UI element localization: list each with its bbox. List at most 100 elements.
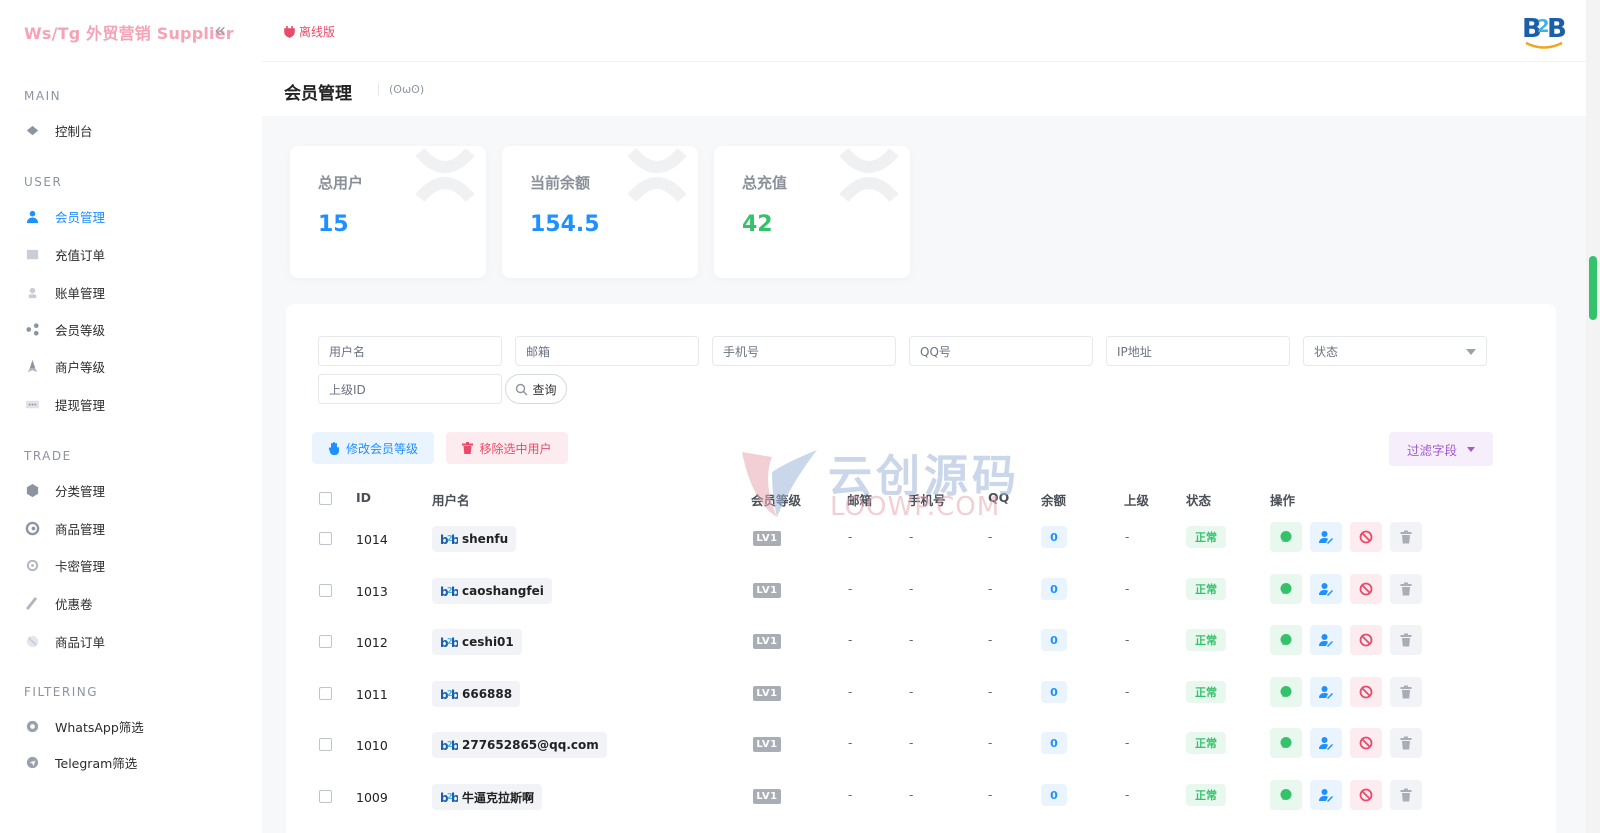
status-badge: 正常 (1186, 578, 1226, 600)
column-header-qq[interactable]: QQ (988, 490, 1009, 505)
b2b-avatar-icon: b2b (440, 533, 458, 546)
status-badge: 正常 (1186, 629, 1226, 651)
message-button[interactable] (1270, 780, 1302, 810)
ban-user-button[interactable] (1350, 574, 1382, 604)
page-title: 会员管理 (284, 84, 352, 104)
message-button[interactable] (1270, 677, 1302, 707)
column-header-parent[interactable]: 上级 (1124, 490, 1149, 509)
delete-user-button[interactable] (1390, 677, 1422, 707)
delete-user-button[interactable] (1390, 780, 1422, 810)
page-scrollbar[interactable] (1586, 0, 1600, 833)
edit-user-button[interactable] (1310, 625, 1342, 655)
row-checkbox[interactable] (319, 584, 332, 597)
sidebar-item-card-keys[interactable]: 卡密管理 (24, 553, 244, 577)
sidebar-item-recharge-orders[interactable]: 充值订单 (24, 242, 244, 266)
chat-icon (1280, 634, 1292, 645)
delete-user-button[interactable] (1390, 574, 1422, 604)
username-chip[interactable]: b 2 b caoshangfei (432, 578, 552, 604)
email-input[interactable]: 邮箱 (515, 336, 699, 366)
edit-user-button[interactable] (1310, 780, 1342, 810)
sidebar-item-whatsapp-filter[interactable]: WhatsApp筛选 (24, 714, 244, 738)
message-button[interactable] (1270, 574, 1302, 604)
ban-icon (1359, 788, 1373, 802)
query-button[interactable]: 查询 (505, 374, 567, 404)
sidebar-item-goods[interactable]: 商品管理 (24, 516, 244, 540)
sidebar-item-members[interactable]: 会员管理 (24, 204, 244, 228)
column-header-email[interactable]: 邮箱 (847, 490, 872, 509)
stat-card-total-recharge: 总充值 42 (714, 146, 910, 278)
column-header-status[interactable]: 状态 (1186, 490, 1211, 509)
username-text: caoshangfei (462, 584, 544, 598)
edit-user-button[interactable] (1310, 522, 1342, 552)
ban-user-button[interactable] (1350, 780, 1382, 810)
username-chip[interactable]: b 2 b 牛逼克拉斯啊 (432, 784, 543, 810)
svg-text:b: b (451, 791, 458, 804)
username-chip[interactable]: b 2 b ceshi01 (432, 629, 522, 655)
balance-badge[interactable]: 0 (1041, 629, 1067, 651)
select-all-checkbox[interactable] (319, 492, 332, 505)
column-header-phone[interactable]: 手机号 (908, 490, 946, 509)
change-level-button[interactable]: 修改会员等级 (312, 432, 434, 464)
sidebar-item-merchant-levels[interactable]: 商户等级 (24, 354, 244, 378)
delete-user-button[interactable] (1390, 522, 1422, 552)
column-header-username[interactable]: 用户名 (432, 490, 470, 509)
rocket-icon (24, 358, 40, 374)
ip-input[interactable]: IP地址 (1106, 336, 1290, 366)
ban-user-button[interactable] (1350, 522, 1382, 552)
ban-user-button[interactable] (1350, 677, 1382, 707)
status-select[interactable]: 状态 (1303, 336, 1487, 366)
username-input[interactable]: 用户名 (318, 336, 502, 366)
ban-user-button[interactable] (1350, 728, 1382, 758)
filter-fields-button[interactable]: 过滤字段 (1389, 432, 1493, 466)
remove-selected-button[interactable]: 移除选中用户 (446, 432, 568, 464)
balance-badge[interactable]: 0 (1041, 681, 1067, 703)
username-chip[interactable]: b 2 b 277652865@qq.com (432, 732, 607, 758)
sidebar-item-bills[interactable]: 账单管理 (24, 280, 244, 304)
sidebar-item-label: 账单管理 (55, 285, 106, 301)
qq-input[interactable]: QQ号 (909, 336, 1093, 366)
sidebar-item-telegram-filter[interactable]: Telegram筛选 (24, 750, 244, 774)
row-checkbox[interactable] (319, 687, 332, 700)
offline-version-link[interactable]: 离线版 (284, 23, 335, 40)
balance-badge[interactable]: 0 (1041, 732, 1067, 754)
username-chip[interactable]: b 2 b shenfu (432, 526, 517, 552)
row-checkbox[interactable] (319, 738, 332, 751)
sidebar-item-member-levels[interactable]: 会员等级 (24, 317, 244, 341)
balance-badge[interactable]: 0 (1041, 526, 1067, 548)
username-chip[interactable]: b 2 b 666888 (432, 681, 521, 707)
sidebar-item-categories[interactable]: 分类管理 (24, 478, 244, 502)
stat-label: 总充值 (742, 174, 788, 192)
sidebar-item-product-orders[interactable]: 商品订单 (24, 629, 244, 653)
sidebar-item-coupons[interactable]: 优惠卷 (24, 591, 244, 615)
sidebar-item-withdrawals[interactable]: 提现管理 (24, 392, 244, 416)
phone-input[interactable]: 手机号 (712, 336, 896, 366)
row-checkbox[interactable] (319, 635, 332, 648)
message-button[interactable] (1270, 625, 1302, 655)
ban-user-button[interactable] (1350, 625, 1382, 655)
delete-user-button[interactable] (1390, 728, 1422, 758)
username-text: 277652865@qq.com (462, 738, 599, 752)
edit-user-button[interactable] (1310, 728, 1342, 758)
edit-user-button[interactable] (1310, 574, 1342, 604)
column-header-level[interactable]: 会员等级 (751, 490, 801, 509)
balance-badge[interactable]: 0 (1041, 578, 1067, 600)
edit-user-button[interactable] (1310, 677, 1342, 707)
scrollbar-thumb[interactable] (1589, 256, 1597, 320)
stat-label: 当前余额 (530, 174, 591, 192)
phone-value: - (909, 633, 914, 647)
row-checkbox[interactable] (319, 532, 332, 545)
column-header-id[interactable]: ID (356, 490, 371, 505)
level-badge: LV1 (753, 737, 781, 752)
chat-icon (1280, 686, 1292, 697)
status-badge: 正常 (1186, 784, 1226, 806)
balance-badge[interactable]: 0 (1041, 784, 1067, 806)
delete-user-button[interactable] (1390, 625, 1422, 655)
collapse-sidebar-icon[interactable]: « (214, 18, 226, 42)
message-button[interactable] (1270, 522, 1302, 552)
ban-icon (1359, 736, 1373, 750)
row-checkbox[interactable] (319, 790, 332, 803)
sidebar-item-dashboard[interactable]: 控制台 (24, 118, 244, 142)
message-button[interactable] (1270, 728, 1302, 758)
parent-id-input[interactable]: 上级ID (318, 374, 502, 404)
column-header-balance[interactable]: 余额 (1041, 490, 1066, 509)
